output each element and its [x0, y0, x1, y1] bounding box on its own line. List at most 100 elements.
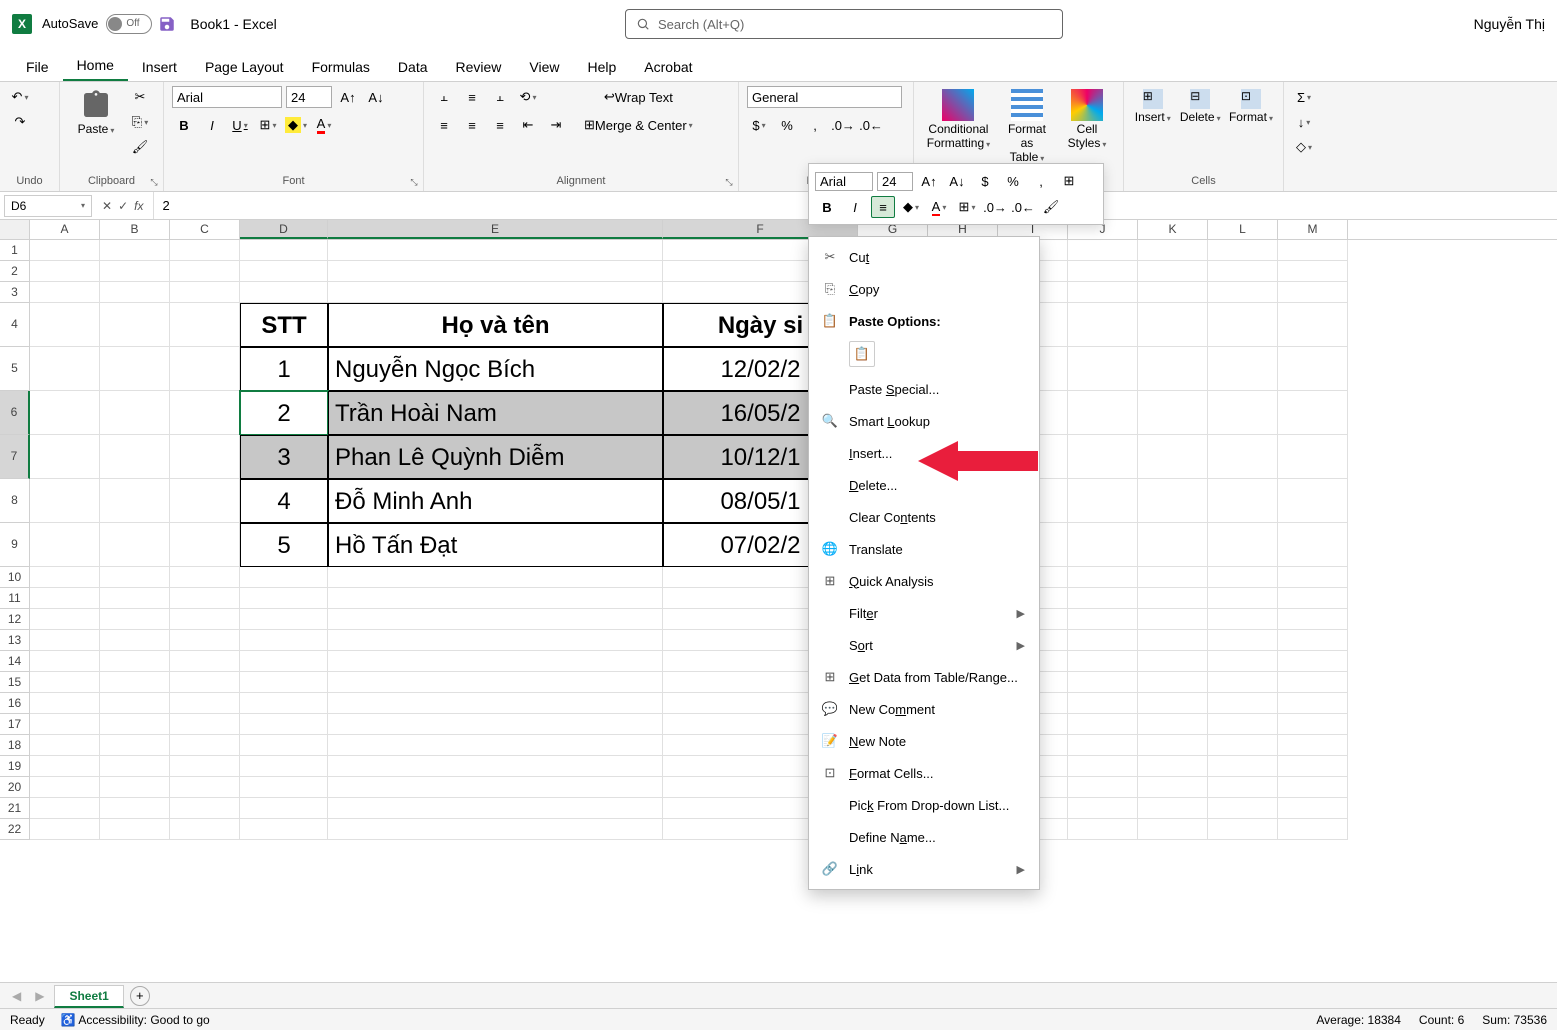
ctx-new-note[interactable]: 📝New Note — [809, 725, 1039, 757]
cell[interactable] — [1208, 391, 1278, 435]
cell[interactable] — [170, 567, 240, 588]
cell[interactable] — [1068, 303, 1138, 347]
cell[interactable] — [1138, 347, 1208, 391]
cell[interactable] — [170, 303, 240, 347]
cell[interactable] — [30, 819, 100, 840]
cell[interactable] — [1208, 756, 1278, 777]
ctx-quick-analysis[interactable]: ⊞Quick Analysis — [809, 565, 1039, 597]
cell[interactable] — [100, 693, 170, 714]
row-header-2[interactable]: 2 — [0, 261, 30, 282]
cell[interactable] — [240, 777, 328, 798]
cell[interactable] — [328, 609, 663, 630]
cell[interactable] — [1278, 819, 1348, 840]
cell[interactable] — [1278, 391, 1348, 435]
row-header-21[interactable]: 21 — [0, 798, 30, 819]
cell[interactable] — [1208, 523, 1278, 567]
cell[interactable] — [1138, 435, 1208, 479]
cell[interactable] — [1138, 693, 1208, 714]
row-header-14[interactable]: 14 — [0, 651, 30, 672]
cell[interactable] — [1208, 714, 1278, 735]
align-top-button[interactable]: ⫠ — [432, 86, 456, 108]
cell[interactable] — [328, 693, 663, 714]
row-header-13[interactable]: 13 — [0, 630, 30, 651]
cell[interactable] — [1068, 391, 1138, 435]
cell[interactable] — [30, 261, 100, 282]
row-header-3[interactable]: 3 — [0, 282, 30, 303]
mini-font-name[interactable] — [815, 172, 873, 191]
copy-button[interactable]: ⎘ — [128, 111, 152, 133]
tab-home[interactable]: Home — [63, 51, 128, 81]
cell[interactable] — [328, 651, 663, 672]
cell[interactable] — [30, 651, 100, 672]
undo-button[interactable]: ↶ — [8, 86, 32, 108]
cell[interactable] — [1208, 630, 1278, 651]
align-right-button[interactable]: ≡ — [488, 114, 512, 136]
row-header-16[interactable]: 16 — [0, 693, 30, 714]
select-all-corner[interactable] — [0, 220, 30, 239]
ctx-sort[interactable]: Sort▶ — [809, 629, 1039, 661]
cell[interactable] — [1208, 567, 1278, 588]
name-box[interactable]: D6▾ — [4, 195, 92, 217]
italic-button[interactable]: I — [200, 114, 224, 136]
cell[interactable] — [100, 347, 170, 391]
col-header-a[interactable]: A — [30, 220, 100, 239]
tab-insert[interactable]: Insert — [128, 53, 191, 81]
cell[interactable] — [328, 672, 663, 693]
increase-decimal-button[interactable]: .0→ — [831, 114, 855, 136]
cell[interactable] — [30, 435, 100, 479]
cell[interactable] — [240, 819, 328, 840]
alignment-launcher[interactable]: ⤡ — [723, 176, 735, 188]
cell[interactable] — [1278, 651, 1348, 672]
tab-acrobat[interactable]: Acrobat — [630, 53, 706, 81]
sheet-tab-1[interactable]: Sheet1 — [54, 985, 123, 1008]
search-box[interactable]: Search (Alt+Q) — [625, 9, 1063, 39]
cell[interactable] — [1208, 777, 1278, 798]
spreadsheet-grid[interactable]: A B C D E F G H I J K L M 1234STTHọ và t… — [0, 220, 1557, 840]
cell[interactable] — [100, 435, 170, 479]
cell[interactable] — [170, 282, 240, 303]
cell[interactable] — [1208, 735, 1278, 756]
mini-table[interactable]: ⊞ — [1057, 170, 1081, 192]
cell[interactable] — [1068, 819, 1138, 840]
cell[interactable] — [1208, 479, 1278, 523]
decrease-font-button[interactable]: A↓ — [364, 86, 388, 108]
cell[interactable] — [30, 523, 100, 567]
cell[interactable] — [1208, 693, 1278, 714]
tab-data[interactable]: Data — [384, 53, 442, 81]
cell[interactable] — [170, 672, 240, 693]
user-name[interactable]: Nguyễn Thị — [1474, 16, 1545, 32]
cell[interactable] — [1208, 609, 1278, 630]
row-header-4[interactable]: 4 — [0, 303, 30, 347]
cell[interactable] — [1138, 567, 1208, 588]
status-accessibility[interactable]: ♿ Accessibility: Good to go — [61, 1013, 210, 1027]
cell[interactable] — [1208, 435, 1278, 479]
cell[interactable] — [1068, 735, 1138, 756]
tab-page-layout[interactable]: Page Layout — [191, 53, 298, 81]
accounting-format-button[interactable]: $ — [747, 114, 771, 136]
cell[interactable] — [1138, 651, 1208, 672]
font-name-select[interactable] — [172, 86, 282, 108]
cell[interactable]: 1 — [240, 347, 328, 391]
cell[interactable]: Họ và tên — [328, 303, 663, 347]
font-launcher[interactable]: ⤡ — [408, 176, 420, 188]
ctx-format-cells[interactable]: ⊡Format Cells... — [809, 757, 1039, 789]
redo-button[interactable]: ↷ — [8, 111, 32, 133]
cell[interactable] — [1138, 777, 1208, 798]
cell[interactable] — [328, 777, 663, 798]
row-header-5[interactable]: 5 — [0, 347, 30, 391]
tab-review[interactable]: Review — [442, 53, 516, 81]
cell[interactable] — [170, 588, 240, 609]
row-header-18[interactable]: 18 — [0, 735, 30, 756]
cell[interactable] — [1278, 756, 1348, 777]
cell[interactable] — [170, 777, 240, 798]
fill-color-button[interactable]: ◆ — [284, 114, 308, 136]
cell[interactable] — [100, 735, 170, 756]
underline-button[interactable]: U — [228, 114, 252, 136]
cell[interactable] — [328, 630, 663, 651]
cell[interactable] — [1208, 672, 1278, 693]
cell[interactable] — [1138, 756, 1208, 777]
cell[interactable] — [170, 651, 240, 672]
cell[interactable] — [30, 672, 100, 693]
cell[interactable] — [1068, 240, 1138, 261]
ctx-smart-lookup[interactable]: 🔍Smart Lookup — [809, 405, 1039, 437]
